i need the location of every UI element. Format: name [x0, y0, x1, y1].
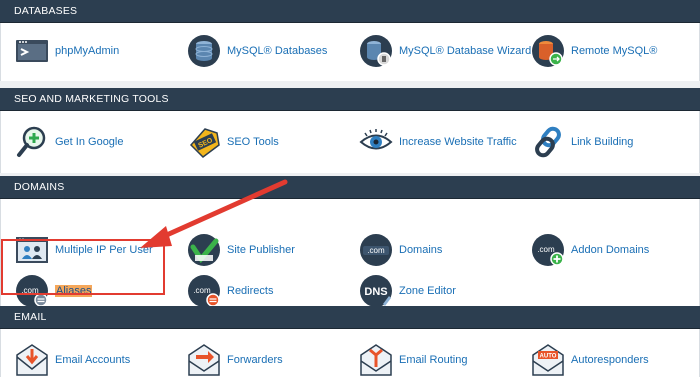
- dotcom-icon-text: .com: [537, 245, 555, 254]
- section-header-databases: DATABASES: [0, 0, 700, 23]
- dotcom-icon-text: .com: [367, 246, 385, 255]
- item-label: Get In Google: [55, 136, 124, 148]
- item-label: Multiple IP Per User: [55, 244, 153, 256]
- item-multiple-ip-per-user[interactable]: Multiple IP Per User: [15, 233, 153, 267]
- item-label: Email Routing: [399, 354, 468, 366]
- item-label: MySQL® Database Wizard: [399, 45, 532, 57]
- alias-icon: .com: [15, 274, 49, 308]
- item-label: Increase Website Traffic: [399, 136, 517, 148]
- section-seo-marketing: SEO AND MARKETING TOOLS Get In Google SE…: [0, 88, 700, 173]
- item-label: Forwarders: [227, 354, 283, 366]
- users-network-icon: [15, 233, 49, 267]
- aliases-highlight: Aliases: [55, 285, 93, 297]
- dotcom-icon-text: .com: [21, 286, 39, 295]
- item-label: SEO Tools: [227, 136, 279, 148]
- item-redirects[interactable]: .com Redirects: [187, 274, 273, 308]
- addon-domain-icon: .com: [531, 233, 565, 267]
- item-label: Aliases: [55, 285, 93, 297]
- redirect-icon: .com: [187, 274, 221, 308]
- item-label: Site Publisher: [227, 244, 295, 256]
- dns-icon-text: DNS: [364, 286, 387, 298]
- item-get-in-google[interactable]: Get In Google: [15, 125, 124, 159]
- remote-mysql-icon: [531, 34, 565, 68]
- database-wizard-icon: [359, 34, 393, 68]
- seo-tag-icon: SEO: [187, 125, 221, 159]
- eye-icon: [359, 125, 393, 159]
- chain-link-icon: [531, 125, 565, 159]
- dotcom-icon-text: .com: [193, 286, 211, 295]
- item-zone-editor[interactable]: DNS Zone Editor: [359, 274, 456, 308]
- item-site-publisher[interactable]: Site Publisher: [187, 233, 295, 267]
- site-publisher-icon: [187, 233, 221, 267]
- item-label: Email Accounts: [55, 354, 131, 366]
- item-label: Addon Domains: [571, 244, 650, 256]
- item-label: Zone Editor: [399, 285, 456, 297]
- auto-icon-text: AUTO: [540, 354, 557, 360]
- section-email: EMAIL Email Accounts Forwarders Email Ro…: [0, 306, 700, 377]
- item-seo-tools[interactable]: SEO SEO Tools: [187, 125, 279, 159]
- section-databases: DATABASES phpMyAdmin MySQL® Databases My…: [0, 0, 700, 81]
- email-download-icon: [15, 343, 49, 377]
- section-header-email: EMAIL: [0, 306, 700, 329]
- item-label: phpMyAdmin: [55, 45, 120, 57]
- item-label: Autoresponders: [571, 354, 649, 366]
- phpmyadmin-icon: [15, 34, 49, 68]
- item-forwarders[interactable]: Forwarders: [187, 343, 283, 377]
- section-header-seo: SEO AND MARKETING TOOLS: [0, 88, 700, 111]
- autoresponder-icon: AUTO: [531, 343, 565, 377]
- item-aliases[interactable]: .com Aliases: [15, 274, 93, 308]
- item-email-routing[interactable]: Email Routing: [359, 343, 467, 377]
- item-label: MySQL® Databases: [227, 45, 328, 57]
- item-remote-mysql[interactable]: Remote MySQL®: [531, 34, 657, 68]
- item-label: Redirects: [227, 285, 274, 297]
- item-label: Remote MySQL®: [571, 45, 658, 57]
- dns-icon: DNS: [359, 274, 393, 308]
- item-phpmyadmin[interactable]: phpMyAdmin: [15, 34, 119, 68]
- item-mysql-databases[interactable]: MySQL® Databases: [187, 34, 327, 68]
- section-header-domains: DOMAINS: [0, 176, 700, 199]
- magnifier-plus-icon: [15, 125, 49, 159]
- item-addon-domains[interactable]: .com Addon Domains: [531, 233, 649, 267]
- dotcom-globe-icon: .com: [359, 233, 393, 267]
- item-email-accounts[interactable]: Email Accounts: [15, 343, 130, 377]
- item-increase-website-traffic[interactable]: Increase Website Traffic: [359, 125, 517, 159]
- email-routing-icon: [359, 343, 393, 377]
- item-label: Link Building: [571, 136, 634, 148]
- item-link-building[interactable]: Link Building: [531, 125, 633, 159]
- item-autoresponders[interactable]: AUTO Autoresponders: [531, 343, 649, 377]
- database-icon: [187, 34, 221, 68]
- email-forward-icon: [187, 343, 221, 377]
- item-mysql-database-wizard[interactable]: MySQL® Database Wizard: [359, 34, 531, 68]
- item-domains[interactable]: .com Domains: [359, 233, 442, 267]
- item-label: Domains: [399, 244, 443, 256]
- section-domains: DOMAINS Multiple IP Per User Site Publis…: [0, 176, 700, 307]
